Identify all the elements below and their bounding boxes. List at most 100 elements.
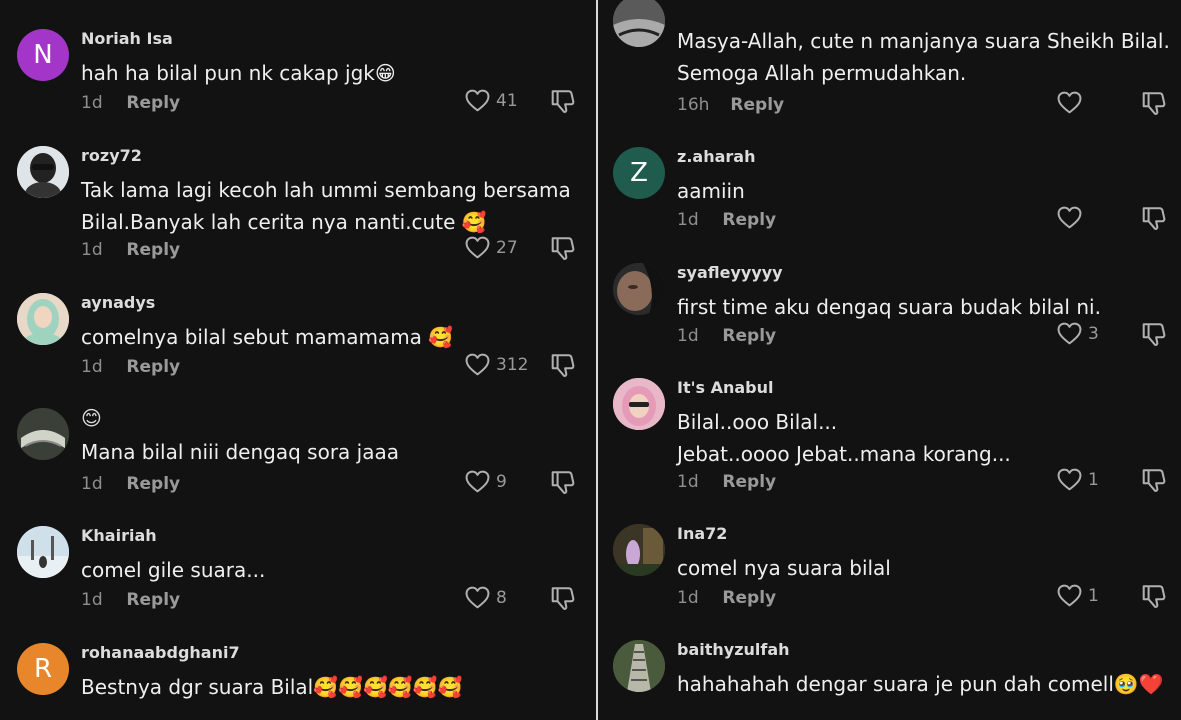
comment-meta: 1d Reply [677, 472, 776, 492]
timestamp: 1d [81, 590, 103, 610]
like-button[interactable]: 3 [1057, 322, 1099, 345]
comment-text: Tak lama lagi kecoh lah ummi sembang ber… [81, 178, 571, 234]
like-button[interactable]: 9 [465, 470, 507, 493]
dislike-button[interactable] [1141, 583, 1167, 609]
reply-button[interactable]: Reply [722, 588, 776, 608]
like-count: 8 [496, 587, 507, 608]
comment-meta: 1d Reply [677, 588, 776, 608]
timestamp: 16h [677, 95, 710, 115]
thumbs-down-icon [550, 585, 576, 611]
comment-text: first time aku dengaq suara budak bilal … [677, 295, 1101, 319]
like-count: 9 [496, 471, 507, 492]
comment-meta: 1d Reply [81, 93, 180, 113]
username[interactable]: baithyzulfah [677, 640, 790, 659]
username[interactable]: 😊 [81, 406, 102, 430]
username[interactable]: aynadys [81, 293, 155, 312]
comment-text: aamiin [677, 179, 745, 203]
avatar-image [613, 263, 665, 315]
comment-meta: 1d Reply [677, 326, 776, 346]
avatar[interactable]: N [17, 29, 69, 81]
dislike-button[interactable] [550, 585, 576, 611]
heart-icon [1057, 91, 1082, 114]
reply-button[interactable]: Reply [126, 474, 180, 494]
dislike-button[interactable] [550, 88, 576, 114]
avatar[interactable] [613, 0, 665, 47]
avatar[interactable] [17, 408, 69, 460]
avatar-image [17, 526, 69, 578]
comment-text: comelnya bilal sebut mamamama 🥰 [81, 325, 454, 349]
username[interactable]: z.aharah [677, 147, 755, 166]
like-button[interactable]: 312 [465, 353, 528, 376]
dislike-button[interactable] [550, 235, 576, 261]
heart-icon [1057, 206, 1082, 229]
timestamp: 1d [677, 472, 699, 492]
like-button[interactable]: 1 [1057, 584, 1099, 607]
thumbs-down-icon [1141, 205, 1167, 231]
like-button[interactable]: 27 [465, 236, 518, 259]
reply-button[interactable]: Reply [722, 472, 776, 492]
avatar-letter: N [33, 40, 53, 70]
comment-meta: 1d Reply [677, 210, 776, 230]
avatar[interactable] [613, 524, 665, 576]
avatar[interactable] [17, 526, 69, 578]
username[interactable]: rohanaabdghani7 [81, 643, 240, 662]
reply-button[interactable]: Reply [722, 326, 776, 346]
thumbs-down-icon [550, 88, 576, 114]
like-button[interactable] [1057, 91, 1088, 114]
avatar[interactable]: Z [613, 147, 665, 199]
reply-button[interactable]: Reply [126, 93, 180, 113]
username[interactable]: Noriah Isa [81, 29, 173, 48]
username[interactable]: rozy72 [81, 146, 142, 165]
heart-icon [465, 586, 490, 609]
comment-text: Bilal..ooo Bilal... Jebat..oooo Jebat..m… [677, 410, 1011, 466]
avatar[interactable] [17, 293, 69, 345]
timestamp: 1d [81, 240, 103, 260]
dislike-button[interactable] [1141, 321, 1167, 347]
username[interactable]: Ina72 [677, 524, 727, 543]
avatar[interactable] [613, 378, 665, 430]
avatar-letter: Z [630, 158, 648, 188]
avatar-image [613, 378, 665, 430]
username[interactable]: syafleyyyyy [677, 263, 783, 282]
avatar[interactable] [17, 146, 69, 198]
heart-icon [465, 470, 490, 493]
avatar-letter: R [33, 654, 53, 684]
avatar[interactable]: R [17, 643, 69, 695]
thumbs-down-icon [1141, 321, 1167, 347]
like-button[interactable]: 8 [465, 586, 507, 609]
reply-button[interactable]: Reply [722, 210, 776, 230]
comment-column-right: Masya-Allah, cute n manjanya suara Sheik… [598, 0, 1181, 720]
avatar-image [613, 524, 665, 576]
reply-button[interactable]: Reply [126, 590, 180, 610]
reply-button[interactable]: Reply [126, 240, 180, 260]
comment-meta: 1d Reply [81, 474, 180, 494]
heart-icon [1057, 322, 1082, 345]
avatar-image [613, 640, 665, 692]
username[interactable]: Khairiah [81, 526, 157, 545]
comment-text: Bestnya dgr suara Bilal🥰🥰🥰🥰🥰🥰 [81, 675, 463, 699]
like-button[interactable] [1057, 206, 1088, 229]
comment-text: comel gile suara... [81, 558, 266, 582]
timestamp: 1d [81, 474, 103, 494]
dislike-button[interactable] [550, 352, 576, 378]
avatar[interactable] [613, 640, 665, 692]
timestamp: 1d [677, 210, 699, 230]
username[interactable]: It's Anabul [677, 378, 774, 397]
like-button[interactable]: 41 [465, 89, 518, 112]
avatar-image [17, 146, 69, 198]
avatar[interactable] [613, 263, 665, 315]
comment-text: hahahahah dengar suara je pun dah comell… [677, 672, 1164, 696]
dislike-button[interactable] [550, 469, 576, 495]
comment-text: comel nya suara bilal [677, 556, 891, 580]
dislike-button[interactable] [1141, 90, 1167, 116]
thumbs-down-icon [550, 352, 576, 378]
dislike-button[interactable] [1141, 467, 1167, 493]
heart-icon [465, 236, 490, 259]
heart-icon [465, 353, 490, 376]
like-button[interactable]: 1 [1057, 468, 1099, 491]
comment-meta: 1d Reply [81, 590, 180, 610]
reply-button[interactable]: Reply [730, 95, 784, 115]
like-count: 3 [1088, 323, 1099, 344]
dislike-button[interactable] [1141, 205, 1167, 231]
reply-button[interactable]: Reply [126, 357, 180, 377]
